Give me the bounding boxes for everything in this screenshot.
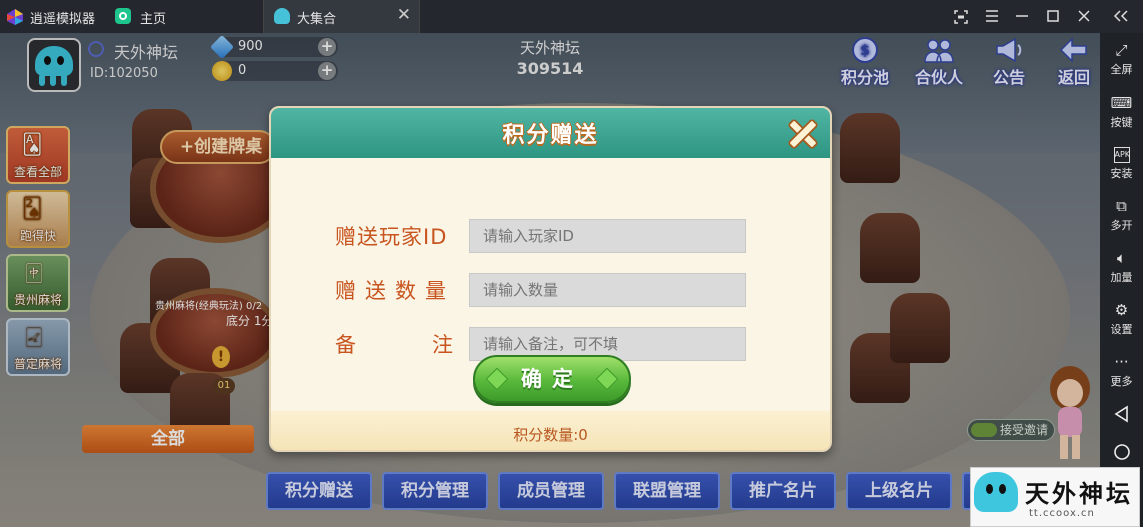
amount-label: 赠送数量: [335, 279, 455, 303]
close-icon[interactable]: [1069, 0, 1099, 33]
sidebar-item-more[interactable]: ··· 更多: [1100, 353, 1143, 389]
screen-capture-icon[interactable]: [946, 0, 976, 33]
sidebar-item-label: 更多: [1110, 375, 1133, 388]
points-gift-dialog: 积分赠送 赠送玩家ID 赠送数量 备注: [269, 106, 832, 452]
octopus-logo-icon: [974, 472, 1018, 512]
android-home-button[interactable]: [1100, 443, 1143, 464]
player-id-label: 赠送玩家ID: [335, 225, 448, 249]
menu-icon[interactable]: [977, 0, 1007, 33]
amount-input[interactable]: [469, 273, 746, 307]
minimize-icon[interactable]: [1007, 0, 1037, 33]
sidebar-item-fullscreen[interactable]: ⤢ 全屏: [1100, 41, 1143, 77]
sidebar-item-multi[interactable]: ⧉ 多开: [1100, 197, 1143, 233]
sidebar-item-volume[interactable]: 🔈︎ 加量: [1100, 249, 1143, 285]
watermark-url: tt.ccoox.cn: [1029, 508, 1095, 519]
apk-icon: APK: [1113, 147, 1130, 163]
field-row-player-id: 赠送玩家ID: [271, 219, 830, 253]
player-id-input[interactable]: [469, 219, 746, 253]
multi-instance-icon: ⧉: [1116, 197, 1127, 215]
game-viewport: 天外神坛 ID:102050 900 + 0 + 天外神坛 309514 $ 积…: [0, 33, 1100, 527]
fullscreen-icon: ⤢: [1115, 41, 1128, 59]
gem-decoration-icon: [595, 367, 619, 391]
collapse-icon[interactable]: [1106, 0, 1136, 33]
octopus-game-icon: [274, 8, 290, 24]
logo-eye: [999, 484, 1006, 494]
sidebar-item-settings[interactable]: ⚙ 设置: [1100, 301, 1143, 337]
dialog-header: 积分赠送: [271, 108, 830, 158]
sidebar-item-label: 设置: [1110, 323, 1133, 336]
emulator-sidebar: ⤢ 全屏 ⌨ 按键 APK 安装 ⧉ 多开 🔈︎ 加量 ⚙ 设置 ··· 更多: [1100, 33, 1143, 527]
back-triangle-icon: [1114, 405, 1128, 423]
dialog-title: 积分赠送: [502, 123, 599, 148]
sidebar-item-install[interactable]: APK 安装: [1100, 146, 1143, 181]
emulator-logo-icon: [7, 9, 23, 25]
dialog-footer: 积分数量:0: [271, 411, 830, 450]
tab-home-label: 主页: [140, 12, 167, 27]
emulator-window: 逍遥模拟器 主页 大集合 ✕ ⤢ 全屏 ⌨ 按键 APK 安装 ⧉ 多开 🔈︎ …: [0, 0, 1143, 527]
remark-label: 备注: [335, 333, 529, 357]
sidebar-item-label: 加量: [1110, 271, 1133, 284]
close-icon[interactable]: [787, 118, 819, 150]
home-app-icon: [115, 8, 131, 24]
watermark-text: 天外神坛: [1025, 479, 1133, 508]
sidebar-item-keymap[interactable]: ⌨ 按键: [1100, 94, 1143, 130]
gear-icon: ⚙: [1114, 301, 1129, 319]
logo-eye: [986, 484, 993, 494]
emulator-title-bar: 逍遥模拟器 主页 大集合 ✕: [0, 0, 1143, 33]
more-icon: ···: [1114, 353, 1129, 371]
watermark: 天外神坛 tt.ccoox.cn: [970, 467, 1140, 527]
confirm-label: 确定: [521, 367, 583, 391]
confirm-button[interactable]: 确定: [473, 355, 631, 403]
sidebar-item-label: 按键: [1110, 116, 1133, 129]
android-back-button[interactable]: [1100, 405, 1143, 426]
sidebar-item-label: 多开: [1110, 219, 1133, 232]
points-amount-text: 积分数量:0: [513, 426, 588, 444]
tab-game-label: 大集合: [297, 12, 337, 27]
tab-home[interactable]: 主页: [105, 0, 262, 33]
field-row-amount: 赠送数量: [271, 273, 830, 307]
volume-up-icon: 🔈︎: [1116, 249, 1126, 267]
maximize-icon[interactable]: [1038, 0, 1068, 33]
gem-decoration-icon: [485, 367, 509, 391]
keyboard-icon: ⌨: [1110, 94, 1133, 112]
home-circle-icon: [1113, 444, 1130, 460]
tab-game[interactable]: 大集合 ✕: [263, 0, 420, 33]
tab-close-icon[interactable]: ✕: [397, 5, 411, 25]
sidebar-item-label: 安装: [1110, 167, 1133, 180]
sidebar-item-label: 全屏: [1110, 63, 1133, 76]
emulator-app-name: 逍遥模拟器: [30, 12, 96, 27]
